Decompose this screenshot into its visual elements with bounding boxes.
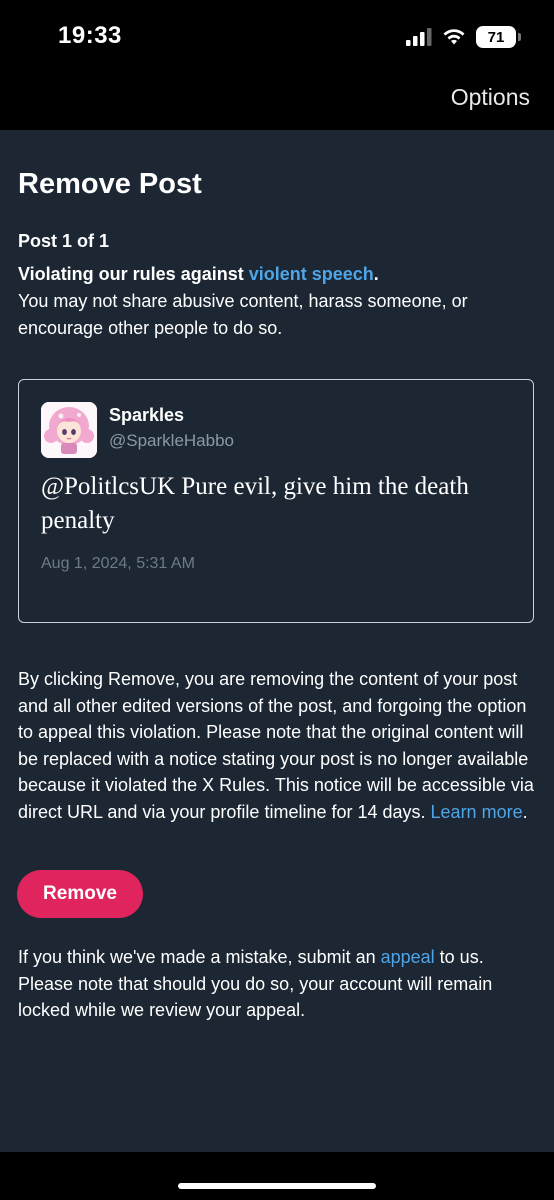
- author-handle: @SparkleHabbo: [109, 431, 234, 450]
- avatar: [41, 402, 97, 458]
- status-bar: 19:33 71: [0, 0, 554, 70]
- tweet-date: Aug 1, 2024, 5:31 AM: [41, 555, 195, 572]
- signal-icon: [406, 28, 432, 46]
- options-button[interactable]: Options: [451, 84, 530, 111]
- tweet-card: Sparkles @SparkleHabbo @PolitlcsUK Pure …: [18, 379, 534, 623]
- violation-prefix: Violating our rules against: [18, 264, 249, 284]
- appeal-link[interactable]: appeal: [381, 947, 435, 967]
- battery-level: 71: [487, 28, 505, 46]
- violent-speech-link[interactable]: violent speech: [249, 264, 374, 284]
- home-indicator[interactable]: [178, 1183, 376, 1189]
- removal-explanation: By clicking Remove, you are removing the…: [18, 666, 538, 825]
- explanation-suffix: .: [522, 801, 528, 822]
- explanation-text: By clicking Remove, you are removing the…: [18, 669, 534, 822]
- avatar-image: [41, 402, 97, 458]
- violation-description: You may not share abusive content, haras…: [18, 291, 468, 338]
- home-area: [0, 1152, 554, 1200]
- status-time: 19:33: [58, 22, 122, 49]
- main-content: Remove Post Post 1 of 1 Violating our ru…: [0, 130, 554, 1152]
- tweet-text: @PolitlcsUK Pure evil, give him the deat…: [41, 473, 469, 534]
- nav-bar: Options: [0, 70, 554, 130]
- appeal-note: If you think we've made a mistake, submi…: [18, 944, 538, 1024]
- page-title: Remove Post: [18, 168, 202, 200]
- appeal-prefix: If you think we've made a mistake, submi…: [18, 947, 381, 967]
- violation-suffix: .: [373, 264, 379, 284]
- battery-icon: 71: [476, 26, 521, 48]
- remove-button[interactable]: Remove: [17, 870, 143, 918]
- author-name: Sparkles: [109, 405, 185, 425]
- wifi-icon: [443, 29, 465, 45]
- learn-more-link[interactable]: Learn more: [431, 802, 523, 822]
- post-counter: Post 1 of 1: [18, 231, 110, 251]
- violation-notice: Violating our rules against violent spee…: [18, 261, 538, 342]
- status-icons: 71: [406, 26, 521, 48]
